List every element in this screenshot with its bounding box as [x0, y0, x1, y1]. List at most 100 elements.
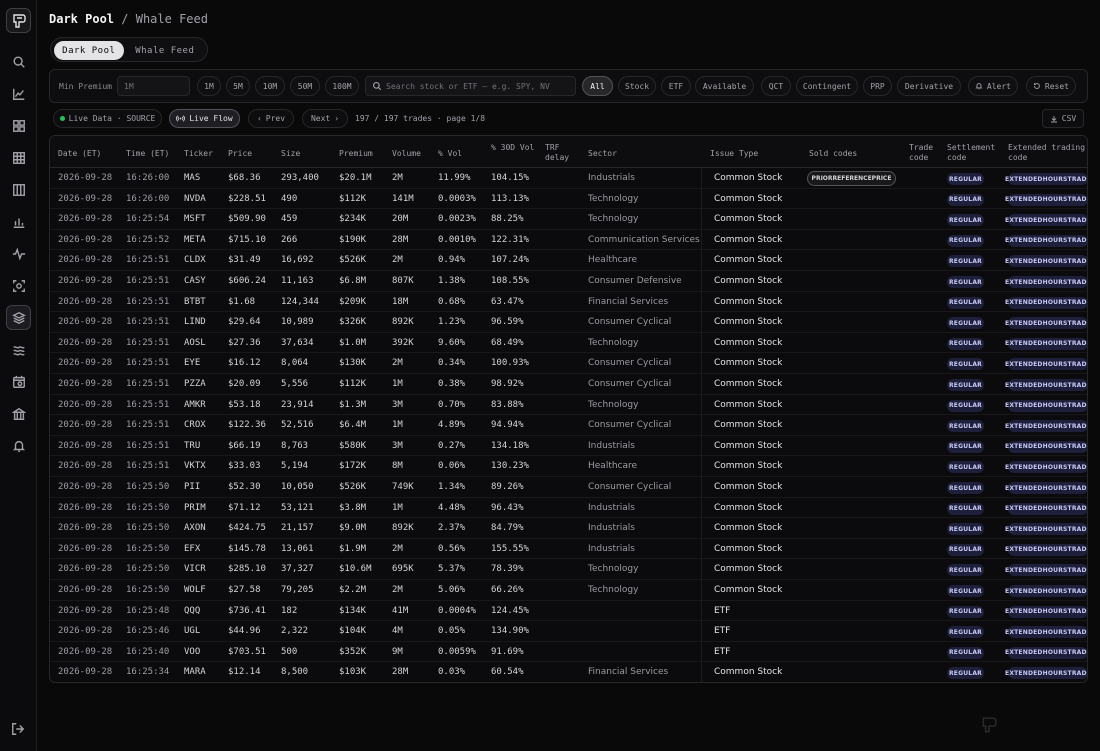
table-row[interactable]: 2026-09-28 16:25:40 VOO $703.51 500 $352K 9M 0.…: [50, 642, 1087, 663]
table-row[interactable]: 2026-09-28 16:25:51 AOSL $27.36 37,634 $1.0M 3…: [50, 333, 1087, 354]
min-premium-field[interactable]: [124, 81, 183, 91]
logout-icon[interactable]: [11, 721, 25, 735]
column-header-price[interactable]: Price: [228, 149, 252, 159]
tab-whale-feed[interactable]: Whale Feed: [126, 41, 204, 60]
table-row[interactable]: 2026-09-28 16:26:00 MAS $68.36 293,400 $20.1M…: [50, 168, 1087, 189]
column-header-sold-codes[interactable]: Sold codes: [809, 149, 857, 159]
bank-icon[interactable]: [6, 401, 31, 426]
table-row[interactable]: 2026-09-28 16:25:48 QQQ $736.41 182 $134K 41M 0…: [50, 601, 1087, 622]
cell-date: 2026-09-28: [58, 173, 113, 183]
next-page-button[interactable]: Next ›: [302, 109, 348, 128]
bell-icon[interactable]: [6, 433, 31, 458]
cell-ticker: QQQ: [184, 605, 201, 616]
calendar-clock-icon[interactable]: [6, 369, 31, 394]
bar-chart-icon[interactable]: [6, 209, 31, 234]
table-row[interactable]: 2026-09-28 16:25:50 PII $52.30 10,050 $526K 74…: [50, 477, 1087, 498]
csv-export-button[interactable]: CSV: [1042, 109, 1084, 128]
table-row[interactable]: 2026-09-28 16:25:50 VICR $285.10 37,327 $10.6…: [50, 559, 1087, 580]
activity-icon[interactable]: [6, 241, 31, 266]
table-row[interactable]: 2026-09-28 16:25:51 TRU $66.19 8,763 $580K 3M 0…: [50, 436, 1087, 457]
column-header-sector[interactable]: Sector: [588, 149, 617, 159]
cell-ticker: EFX: [184, 543, 201, 554]
table-row[interactable]: 2026-09-28 16:25:50 EFX $145.78 13,061 $1.9M 2…: [50, 539, 1087, 560]
grid-icon[interactable]: [6, 145, 31, 170]
type-filter-all[interactable]: All: [582, 76, 613, 96]
cell-volume: 8M: [392, 461, 403, 472]
column-header-time[interactable]: Time (ET): [126, 149, 169, 159]
column-header-settlement-code[interactable]: Settlement code: [947, 143, 1002, 163]
column-header-trade-code[interactable]: Trade code: [909, 143, 943, 163]
table-row[interactable]: 2026-09-28 16:25:51 VKTX $33.03 5,194 $172K 8M…: [50, 456, 1087, 477]
download-icon: [1050, 115, 1057, 122]
live-data-toggle[interactable]: Live Data · SOURCE: [53, 109, 162, 128]
premium-preset-100m[interactable]: 100M: [325, 76, 359, 96]
cell-pct-vol: 0.05%: [438, 626, 466, 637]
live-flow-button[interactable]: Live Flow: [169, 109, 240, 128]
column-header-date[interactable]: Date (ET): [58, 149, 101, 159]
extended-trading-code-badge: EXTENDEDHOURSTRADE: [1005, 276, 1087, 288]
column-header-trf-delay[interactable]: TRF delay: [545, 143, 579, 163]
table-row[interactable]: 2026-09-28 16:25:51 AMKR $53.18 23,914 $1.3M 3…: [50, 395, 1087, 416]
table-row[interactable]: 2026-09-28 16:25:50 WOLF $27.58 79,205 $2.2M 2…: [50, 580, 1087, 601]
type-filter-derivative[interactable]: Derivative: [897, 76, 961, 96]
cell-date: 2026-09-28: [58, 296, 113, 307]
dashboard-icon[interactable]: [6, 113, 31, 138]
search-input[interactable]: [386, 81, 569, 91]
layers-icon[interactable]: [6, 305, 31, 330]
table-row[interactable]: 2026-09-28 16:25:52 META $715.10 266 $190K 28M…: [50, 230, 1087, 251]
column-header-volume[interactable]: Volume: [392, 149, 421, 159]
cell-pct-vol: 0.34%: [438, 358, 466, 369]
cell-price: $424.75: [228, 523, 266, 534]
reset-button[interactable]: Reset: [1026, 76, 1076, 96]
cell-time: 16:25:51: [126, 399, 170, 410]
column-header-size[interactable]: Size: [281, 149, 300, 159]
table-row[interactable]: 2026-09-28 16:25:50 PRIM $71.12 53,121 $3.8M 1…: [50, 498, 1087, 519]
table-row[interactable]: 2026-09-28 16:25:51 PZZA $20.09 5,556 $112K 1M…: [50, 374, 1087, 395]
table-row[interactable]: 2026-09-28 16:25:34 MARA $12.14 8,500 $103K 28…: [50, 662, 1087, 682]
breadcrumb-section[interactable]: Dark Pool: [49, 12, 114, 26]
premium-preset-1m[interactable]: 1M: [197, 76, 221, 96]
table-row[interactable]: 2026-09-28 16:25:51 LIND $29.64 10,989 $326K 8…: [50, 312, 1087, 333]
type-filter-stock[interactable]: Stock: [618, 76, 656, 96]
type-filter-contingent[interactable]: Contingent: [796, 76, 858, 96]
chart-line-icon[interactable]: [6, 81, 31, 106]
prev-page-button[interactable]: ‹ Prev: [248, 109, 294, 128]
next-label: Next: [310, 114, 331, 123]
table-row[interactable]: 2026-09-28 16:25:51 CROX $122.36 52,516 $6.4M…: [50, 415, 1087, 436]
cell-time: 16:25:50: [126, 523, 170, 534]
search-box[interactable]: [365, 76, 576, 96]
alert-button[interactable]: Alert: [968, 76, 1018, 96]
type-filter-available[interactable]: Available: [695, 76, 754, 96]
min-premium-input[interactable]: [117, 76, 190, 96]
scan-icon[interactable]: [6, 273, 31, 298]
type-filter-qct[interactable]: QCT: [761, 76, 791, 96]
premium-preset-50m[interactable]: 50M: [290, 76, 320, 96]
app-logo[interactable]: [6, 8, 31, 33]
column-header-ticker[interactable]: Ticker: [184, 149, 213, 159]
waves-icon[interactable]: [6, 337, 31, 362]
column-header-premium[interactable]: Premium: [339, 149, 373, 159]
premium-preset-10m[interactable]: 10M: [255, 76, 285, 96]
table-row[interactable]: 2026-09-28 16:25:51 EYE $16.12 8,064 $130K 2M 0…: [50, 353, 1087, 374]
cell-pct-vol: 0.0003%: [438, 193, 476, 204]
table-row[interactable]: 2026-09-28 16:25:51 CASY $606.24 11,163 $6.8M…: [50, 271, 1087, 292]
premium-preset-5m[interactable]: 5M: [226, 76, 250, 96]
table-row[interactable]: 2026-09-28 16:26:00 NVDA $228.51 490 $112K 141…: [50, 189, 1087, 210]
table-row[interactable]: 2026-09-28 16:25:51 CLDX $31.49 16,692 $526K 2…: [50, 250, 1087, 271]
type-filter-etf[interactable]: ETF: [661, 76, 691, 96]
settlement-code-badge: REGULAR: [947, 379, 984, 391]
column-header-pct-30d-vol[interactable]: % 30D Vol: [491, 143, 535, 153]
settlement-code-badge: REGULAR: [947, 214, 984, 227]
table-row[interactable]: 2026-09-28 16:25:50 AXON $424.75 21,157 $9.0M…: [50, 518, 1087, 539]
column-header-pct-vol[interactable]: % Vol: [438, 149, 462, 159]
tab-dark-pool[interactable]: Dark Pool: [54, 41, 124, 60]
cell-pct-30d-vol: 130.23%: [491, 461, 529, 472]
column-header-extended-trading-code[interactable]: Extended trading code: [1008, 143, 1087, 163]
type-filter-prp[interactable]: PRP: [863, 76, 892, 96]
table-row[interactable]: 2026-09-28 16:25:54 MSFT $509.90 459 $234K 20M…: [50, 209, 1087, 230]
table-row[interactable]: 2026-09-28 16:25:46 UGL $44.96 2,322 $104K 4M 0…: [50, 621, 1087, 642]
columns-icon[interactable]: [6, 177, 31, 202]
column-header-issue-type[interactable]: Issue Type: [710, 149, 758, 159]
search-icon[interactable]: [6, 49, 31, 74]
table-row[interactable]: 2026-09-28 16:25:51 BTBT $1.68 124,344 $209K 1…: [50, 292, 1087, 313]
